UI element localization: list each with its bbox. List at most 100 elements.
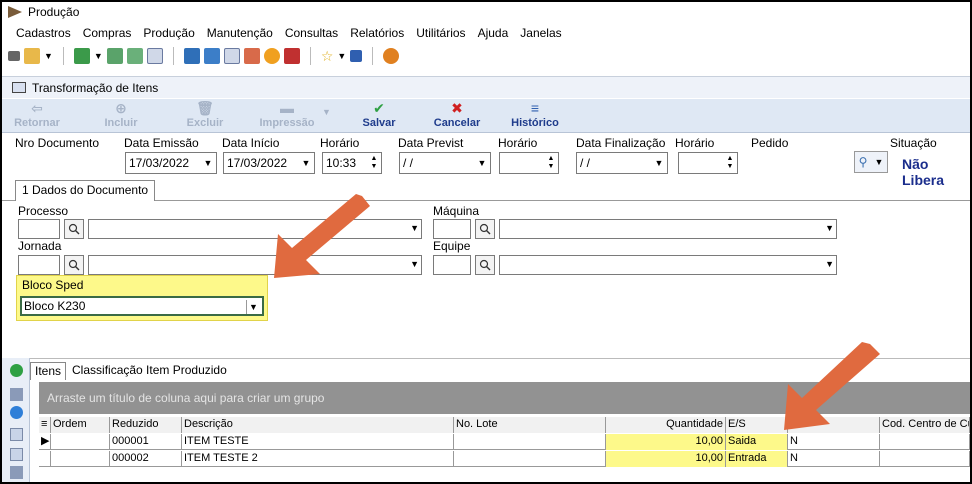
data-finalizacao-field[interactable]: / / ▼ [576,152,668,174]
menu-relatorios[interactable]: Relatórios [350,26,404,40]
building-icon[interactable] [283,48,300,64]
spin-updown-icon[interactable]: ▲ ▼ [725,155,735,171]
history-icon: ≡ [530,100,540,116]
chevron-down-icon[interactable]: ▼ [651,153,667,173]
col-no-lote[interactable]: No. Lote [454,417,606,433]
chevron-down-icon[interactable]: ▼ [410,223,419,233]
row-pointer-icon: ▶ [39,434,51,450]
label-horario: Horário [498,136,538,150]
jornada-description-combo[interactable]: ▼ [88,255,422,275]
dropdown-arrow-icon[interactable]: ▼ [337,51,346,61]
menu-consultas[interactable]: Consultas [285,26,338,40]
bloco-sped-group: Bloco Sped Bloco K230 ▼ [16,275,268,321]
cancelar-button[interactable]: ✖ Cancelar [422,100,492,130]
calendar-icon[interactable] [146,48,163,64]
search-person-icon: ⚲ [858,155,868,169]
maquina-description-combo[interactable]: ▼ [499,219,837,239]
bloco-sped-select[interactable]: Bloco K230 ▼ [20,296,264,316]
incluir-button[interactable]: ⊕ Incluir [86,100,156,130]
tab-dados-documento[interactable]: 1 Dados do Documento [15,180,156,201]
situacao-lookup-button[interactable]: ⚲ ▼ [854,151,888,173]
equipe-code-input[interactable] [433,255,471,275]
equipe-search-button[interactable] [475,255,495,275]
col-reduzido[interactable]: Reduzido [110,417,182,433]
cell-cod-centro-custo [880,451,970,467]
data-inicio-field[interactable]: 17/03/2022 ▼ [223,152,315,174]
col-descricao[interactable]: Descrição [182,417,454,433]
calendar2-icon[interactable] [223,48,240,64]
dropdown-arrow-icon[interactable]: ▼ [44,51,53,61]
grid-icon[interactable] [203,48,220,64]
group-by-area[interactable]: Arraste um título de coluna aqui para cr… [39,382,970,414]
delete-item-icon[interactable] [10,388,23,401]
toolbar-separator [62,47,64,65]
processo-search-button[interactable] [64,219,84,239]
window-title: Produção [28,5,80,19]
horario-finalizacao-field[interactable]: ▲ ▼ [678,152,738,174]
table-row[interactable]: 000002 ITEM TESTE 2 10,00 Entrada N [39,451,970,467]
label-data-inicio: Data Início [222,136,280,150]
tab-itens[interactable]: Itens [30,362,67,380]
col-7[interactable] [788,417,880,433]
info-item-icon[interactable] [10,406,23,419]
maquina-code-input[interactable] [433,219,471,239]
toolbar-separator [372,47,374,65]
table-row[interactable]: ▶ 000001 ITEM TESTE 10,00 Saida N [39,434,970,450]
chevron-down-icon[interactable]: ▼ [246,300,260,314]
spin-updown-icon[interactable]: ▲ ▼ [546,155,556,171]
processo-code-input[interactable] [18,219,60,239]
menu-compras[interactable]: Compras [83,26,132,40]
processo-description-combo[interactable]: ▼ [88,219,422,239]
tab-classificacao-item-produzido[interactable]: Classificação Item Produzido [68,362,231,380]
data-emissao-field[interactable]: 17/03/2022 ▼ [125,152,217,174]
jornada-search-button[interactable] [64,255,84,275]
menu-ajuda[interactable]: Ajuda [478,26,509,40]
star-icon[interactable]: ☆ [321,48,334,65]
dropdown-arrow-icon[interactable]: ▼ [94,51,103,61]
add-item-icon[interactable] [10,364,23,377]
info-icon[interactable] [350,50,363,62]
historico-button[interactable]: ≡ Histórico [500,100,570,129]
chevron-down-icon[interactable]: ▼ [298,153,314,173]
chevron-down-icon[interactable]: ▼ [825,259,834,269]
report2-icon[interactable] [126,48,143,64]
chevron-down-icon[interactable]: ▼ [825,223,834,233]
chevron-down-icon[interactable]: ▼ [474,153,490,173]
maquina-search-button[interactable] [475,219,495,239]
folder-icon[interactable] [24,48,40,64]
chart-icon[interactable] [243,48,260,64]
equipe-description-combo[interactable]: ▼ [499,255,837,275]
impressao-dropdown-icon[interactable]: ▼ [322,107,331,117]
col-quantidade[interactable]: Quantidade [606,417,726,433]
spin-updown-icon[interactable]: ▲ ▼ [369,155,379,171]
clock-icon[interactable] [263,48,280,64]
col-es[interactable]: E/S [726,417,788,433]
col-cod-centro-custo[interactable]: Cod. Centro de Cus [880,417,970,433]
book-icon[interactable] [10,428,23,441]
data-previst-field[interactable]: / / ▼ [399,152,491,174]
page-icon[interactable] [10,466,23,479]
menu-manutencao[interactable]: Manutenção [207,26,273,40]
menu-cadastros[interactable]: Cadastros [16,26,71,40]
menu-producao[interactable]: Produção [143,26,194,40]
cell-descricao: ITEM TESTE [182,434,454,450]
chevron-down-icon[interactable]: ▼ [410,259,419,269]
retornar-button[interactable]: ⇦ Retornar [2,100,72,130]
report-icon[interactable] [106,48,123,64]
menu-utilitarios[interactable]: Utilitários [416,26,465,40]
horario-previst-field[interactable]: ▲ ▼ [499,152,559,174]
document-icon[interactable] [10,448,23,461]
window-icon[interactable] [8,51,20,61]
chevron-down-icon[interactable]: ▼ [200,153,216,173]
jornada-code-input[interactable] [18,255,60,275]
cart-icon[interactable] [73,48,90,64]
impressao-button[interactable]: ▬ Impressão [242,100,332,129]
search-icon [479,223,491,235]
excluir-button[interactable]: 🗑 Excluir [170,100,240,130]
col-ordem[interactable]: Ordem [51,417,110,433]
power-icon[interactable] [383,48,400,64]
database-icon[interactable] [183,48,200,64]
salvar-button[interactable]: ✔ Salvar [344,100,414,130]
menu-janelas[interactable]: Janelas [520,26,561,40]
horario-inicio-field[interactable]: 10:33 ▲ ▼ [322,152,382,174]
